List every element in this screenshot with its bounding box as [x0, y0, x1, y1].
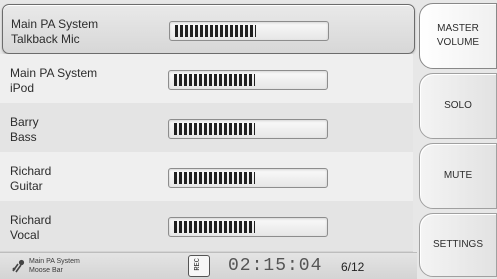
- level-meter[interactable]: [168, 119, 328, 139]
- level-meter-fill: [175, 25, 256, 37]
- channel-row-ipod[interactable]: Main PA System iPod: [0, 54, 413, 105]
- page-counter: 6/12: [341, 260, 365, 274]
- channel-name: Barry Bass: [10, 115, 39, 145]
- level-meter-fill: [174, 74, 255, 86]
- channel-name-line1: Richard: [10, 213, 52, 227]
- level-meter-fill: [174, 172, 255, 184]
- channel-name: Main PA System Talkback Mic: [11, 17, 98, 47]
- solo-button[interactable]: SOLO: [419, 73, 497, 139]
- channel-name-line2: iPod: [10, 81, 35, 95]
- venue-name-line1: Main PA System: [29, 258, 80, 265]
- level-meter[interactable]: [168, 70, 328, 90]
- settings-label: SETTINGS: [432, 239, 483, 250]
- channel-name-line1: Richard: [10, 164, 52, 178]
- instrument-icon: [10, 258, 26, 274]
- channel-row-guitar[interactable]: Richard Guitar: [0, 152, 413, 203]
- master-volume-label-line1: MASTER: [437, 23, 479, 34]
- channel-name-line1: Barry: [10, 115, 39, 129]
- elapsed-time: 02:15:04: [228, 256, 323, 276]
- venue-name: Main PA System Moose Bar: [29, 257, 80, 275]
- solo-label: SOLO: [444, 100, 472, 111]
- level-meter-fill: [174, 123, 255, 135]
- channel-name: Richard Vocal: [10, 213, 51, 243]
- channel-list: Main PA System Talkback Mic Main PA Syst…: [0, 0, 417, 252]
- channel-name-line2: Vocal: [10, 228, 40, 242]
- channel-row-talkback-mic[interactable]: Main PA System Talkback Mic: [2, 4, 415, 54]
- channel-name-line2: Bass: [10, 130, 37, 144]
- channel-name-line2: Guitar: [10, 179, 43, 193]
- channel-row-vocal[interactable]: Richard Vocal: [0, 201, 413, 252]
- mute-button[interactable]: MUTE: [419, 143, 497, 209]
- channel-name: Main PA System iPod: [10, 66, 97, 96]
- venue-name-line2: Moose Bar: [29, 267, 63, 274]
- level-meter-fill: [174, 221, 255, 233]
- channel-name-line1: Main PA System: [10, 66, 98, 80]
- master-volume-button[interactable]: MASTER VOLUME: [419, 3, 497, 69]
- level-meter[interactable]: [168, 168, 328, 188]
- function-sidebar: MASTER VOLUME SOLO MUTE SETTINGS: [417, 0, 497, 278]
- channel-name-line1: Main PA System: [11, 17, 99, 31]
- status-bar: Main PA System Moose Bar REC 02:15:04 6/…: [0, 252, 417, 279]
- settings-button[interactable]: SETTINGS: [419, 213, 497, 277]
- record-indicator[interactable]: REC: [188, 255, 210, 277]
- channel-name-line2: Talkback Mic: [11, 32, 80, 46]
- level-meter[interactable]: [168, 217, 328, 237]
- record-label: REC: [194, 258, 202, 271]
- channel-name: Richard Guitar: [10, 164, 51, 194]
- channel-row-bass[interactable]: Barry Bass: [0, 103, 413, 154]
- master-volume-label-line2: VOLUME: [436, 37, 480, 48]
- level-meter[interactable]: [169, 21, 329, 41]
- mute-label: MUTE: [443, 170, 473, 181]
